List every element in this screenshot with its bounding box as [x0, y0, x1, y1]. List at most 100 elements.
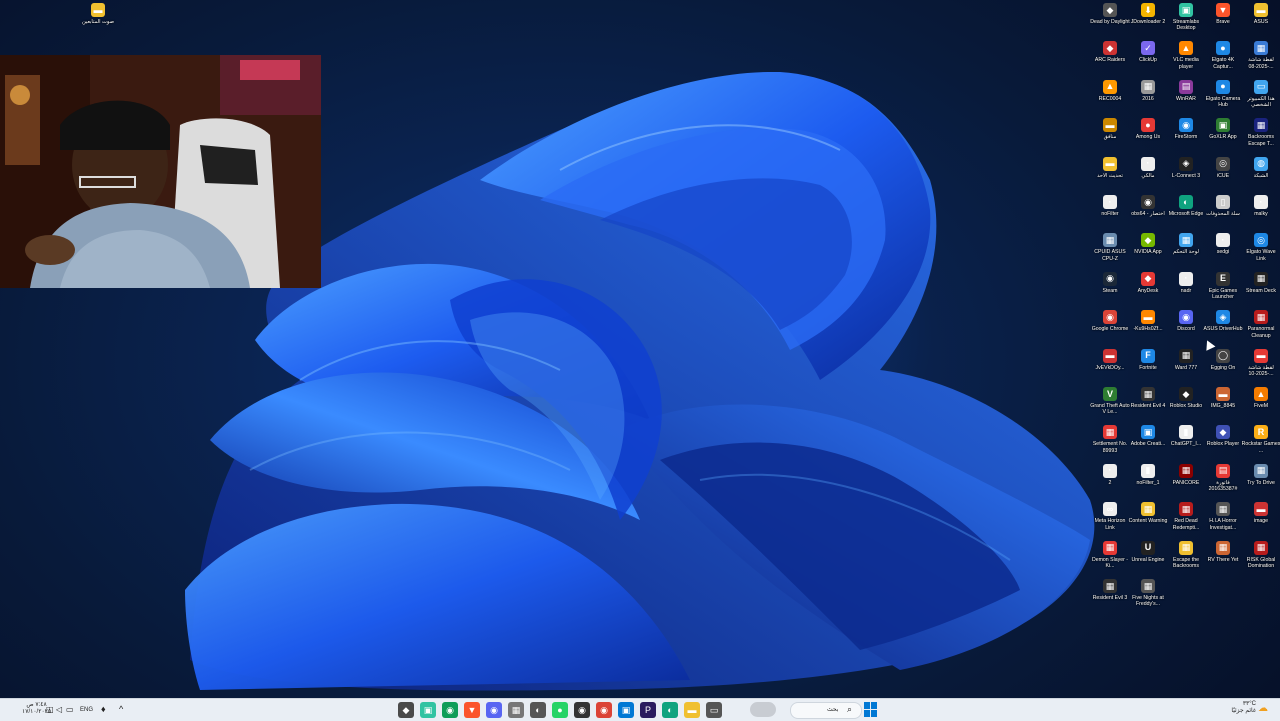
desktop-icon[interactable]: ◈ L-Connect 3: [1167, 156, 1205, 179]
desktop-icon[interactable]: ◍ الشبكة: [1242, 156, 1280, 179]
desktop-icon[interactable]: ∞ Meta Horizon Link: [1091, 502, 1129, 531]
terminal-icon[interactable]: ▭: [706, 702, 722, 718]
language-indicator[interactable]: ENG: [80, 707, 93, 713]
premiere-icon[interactable]: P: [640, 702, 656, 718]
desktop-icon[interactable]: · مالكي: [1129, 156, 1167, 179]
network-icon[interactable]: ◫: [46, 705, 54, 714]
desktop-icon[interactable]: ▦ Demon Slayer -Ki...: [1091, 540, 1129, 570]
desktop-icon[interactable]: ◈ ASUS DriverHub: [1204, 310, 1242, 332]
desktop-icon[interactable]: ◉ obs64 - اختصار: [1129, 195, 1167, 217]
desktop-icon[interactable]: E Epic Games Launcher: [1204, 271, 1242, 301]
mail-app-icon[interactable]: ◆: [398, 702, 414, 718]
desktop-icon[interactable]: R Rockstar Games ...: [1242, 425, 1280, 454]
desktop-icon[interactable]: ▬ ASUS: [1242, 3, 1280, 25]
desktop-icon[interactable]: ▬ صوت المتابعين: [79, 3, 117, 25]
desktop-icon[interactable]: ▦ Resident Evil 3: [1091, 579, 1129, 601]
desktop-icon[interactable]: F Fortnite: [1129, 348, 1167, 371]
desktop-icon[interactable]: ▦ Settlement No. 89993: [1091, 425, 1129, 454]
desktop-icon[interactable]: ▲ VLC media player: [1167, 41, 1205, 70]
desktop-icon[interactable]: ▦ لقطة شاشة 2025-08-...: [1242, 41, 1280, 70]
desktop-icon[interactable]: ▦ H.I.A Horror Investigat...: [1204, 502, 1242, 531]
desktop-icon[interactable]: ● Elgato Camera Hub: [1204, 79, 1242, 109]
discord-icon[interactable]: ◉: [486, 702, 502, 718]
desktop-icon[interactable]: ▬ لقطة شاشة 2025-10-...: [1242, 348, 1280, 378]
desktop-icon[interactable]: ▦ لوحة التحكم: [1167, 233, 1205, 255]
desktop-icon[interactable]: ▦ RV There Yet: [1204, 540, 1242, 563]
desktop-icon[interactable]: ▤ WinRAR: [1167, 79, 1205, 102]
desktop-icon[interactable]: ▦ Ward 777: [1167, 348, 1205, 371]
desktop-icon[interactable]: ▦ Resident Evil 4: [1129, 387, 1167, 409]
brave-icon[interactable]: ▼: [464, 702, 480, 718]
streamlabs-icon[interactable]: ▣: [420, 702, 436, 718]
desktop-icon[interactable]: ◆ Roblox Studio: [1167, 387, 1205, 409]
desktop-icon[interactable]: ▼ Brave: [1204, 3, 1242, 25]
desktop-icon[interactable]: · malky: [1242, 195, 1280, 217]
desktop-icon[interactable]: ▬ تحديث الاحد: [1091, 156, 1129, 179]
desktop-icon[interactable]: · nadr: [1167, 271, 1205, 294]
volume-icon[interactable]: ◁: [56, 705, 62, 714]
desktop-icon[interactable]: ◐ Microsoft Edge: [1167, 195, 1205, 217]
desktop-icon[interactable]: ▦ PANICORE: [1167, 463, 1205, 486]
search-box[interactable]: بحث ⌕: [790, 702, 862, 719]
desktop-icon[interactable]: ▭ هذا الكمبيوتر الشخصي: [1242, 79, 1280, 109]
desktop-icon[interactable]: ▣ GoXLR App: [1204, 118, 1242, 140]
desktop-icon[interactable]: ◉ Steam: [1091, 271, 1129, 294]
capture-icon[interactable]: ▦: [508, 702, 524, 718]
desktop-icon[interactable]: ▣ Streamlabs Desktop: [1167, 3, 1205, 32]
battery-icon[interactable]: ▭: [66, 705, 74, 714]
desktop-icon[interactable]: ▦ CPUID ASUS CPU-Z: [1091, 233, 1129, 262]
obs-icon[interactable]: ◉: [574, 702, 590, 718]
desktop-icon[interactable]: ◆ Roblox Player: [1204, 425, 1242, 447]
desktop-icon[interactable]: ● Elgato 4K Captur...: [1204, 41, 1242, 70]
desktop-icon[interactable]: ◉ Google Chrome: [1091, 310, 1129, 332]
desktop-icon[interactable]: ▦ Five Nights at Freddy's...: [1129, 579, 1167, 608]
desktop-icon[interactable]: ▦ 2016: [1129, 79, 1167, 102]
desktop-icon[interactable]: ◆ ARC Raiders: [1091, 41, 1129, 63]
desktop-icon[interactable]: ▦ Stream Deck: [1242, 271, 1280, 294]
chrome-alt-icon[interactable]: ◉: [442, 702, 458, 718]
desktop-icon[interactable]: ▬ -Ku9Hs0Zf...: [1129, 310, 1167, 332]
weather-widget[interactable]: ٣٣°C غائم جزئيًا: [1228, 701, 1256, 715]
desktop-icon[interactable]: ▤ فاتورة #201635387: [1204, 463, 1242, 493]
desktop-icon[interactable]: ▦ Red Dead Redempti...: [1167, 502, 1205, 531]
microphone-icon[interactable]: ♦: [101, 704, 106, 714]
desktop-icon[interactable]: U Unreal Engine: [1129, 540, 1167, 563]
store-icon[interactable]: ▣: [618, 702, 634, 718]
desktop-icon[interactable]: ◯ Egging On: [1204, 348, 1242, 371]
whatsapp-icon[interactable]: ●: [552, 702, 568, 718]
desktop-icon[interactable]: ◉ FireStorm: [1167, 118, 1205, 140]
desktop-icon[interactable]: ▲ REC0004: [1091, 79, 1129, 102]
desktop-icon[interactable]: ▣ Adobe Creati...: [1129, 425, 1167, 447]
desktop-icon[interactable]: ▦ RISK Global Domination: [1242, 540, 1280, 570]
desktop-icon[interactable]: ▦ Content Warning: [1129, 502, 1167, 524]
desktop-icon[interactable]: ▦ Paranormal Cleanup: [1242, 310, 1280, 339]
desktop-icon[interactable]: ▬ IMG_8845: [1204, 387, 1242, 409]
chevron-up-icon[interactable]: ^: [119, 704, 123, 714]
desktop-icon[interactable]: · 2: [1091, 463, 1129, 486]
desktop-icon[interactable]: ◎ Elgato Wave Link: [1242, 233, 1280, 262]
desktop-icon[interactable]: ▲ FiveM: [1242, 387, 1280, 409]
desktop-icon[interactable]: ◆ NVIDIA App: [1129, 233, 1167, 255]
edge-icon[interactable]: ◐: [662, 702, 678, 718]
desktop-icon[interactable]: ▬ JvEVkDOy...: [1091, 348, 1129, 371]
desktop-icon[interactable]: ▦ Backrooms Escape T...: [1242, 118, 1280, 147]
desktop-icon[interactable]: ▬ منافق: [1091, 118, 1129, 140]
desktop-icon[interactable]: ◎ iCUE: [1204, 156, 1242, 179]
desktop-icon[interactable]: ▦ Escape the Backrooms: [1167, 540, 1205, 570]
start-button[interactable]: [864, 702, 879, 717]
desktop-icon[interactable]: ◉ Discord: [1167, 310, 1205, 332]
desktop-icon[interactable]: ◆ Dead by Daylight: [1090, 3, 1130, 25]
desktop-icon[interactable]: ▬ image: [1242, 502, 1280, 524]
desktop-icon[interactable]: · noFilter: [1091, 195, 1129, 217]
chrome-icon[interactable]: ◉: [596, 702, 612, 718]
desktop-icon[interactable]: V Grand Theft Auto V Le...: [1090, 387, 1130, 416]
desktop-icon[interactable]: ◆ AnyDesk: [1129, 271, 1167, 294]
widget-thumbnail[interactable]: [750, 702, 776, 717]
desktop-icon[interactable]: ✓ ClickUp: [1129, 41, 1167, 63]
desktop-icon[interactable]: ▦ Try To Drive: [1242, 463, 1280, 486]
desktop-icon[interactable]: ▮ ChatGPT_I...: [1167, 425, 1205, 447]
file-explorer-icon[interactable]: ▬: [684, 702, 700, 718]
davinci-icon[interactable]: ◐: [530, 702, 546, 718]
desktop-icon[interactable]: ▮ noFilter_1: [1129, 463, 1167, 486]
desktop-icon[interactable]: ▯ سلة المحذوفات: [1204, 195, 1242, 217]
